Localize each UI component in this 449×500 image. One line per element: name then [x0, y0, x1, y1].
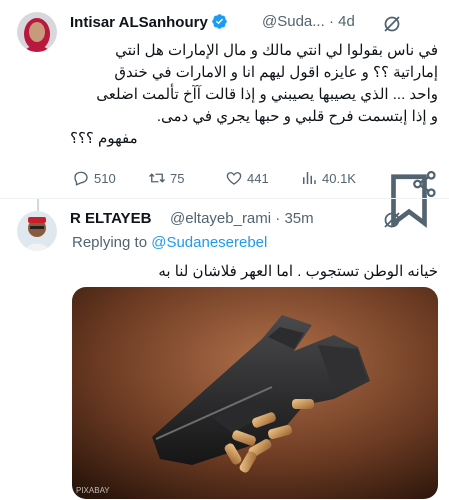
- views-count: 40.1K: [322, 170, 356, 186]
- grok-icon[interactable]: [382, 210, 402, 230]
- reply-icon: [74, 171, 88, 186]
- thread-line: [37, 199, 39, 211]
- avatar[interactable]: [17, 211, 57, 251]
- like-button[interactable]: 441: [225, 169, 269, 187]
- views-icon: [303, 172, 316, 184]
- retweet-count: 75: [170, 170, 185, 186]
- timestamp[interactable]: 4d: [338, 13, 355, 30]
- author-handle[interactable]: @Suda...: [262, 13, 325, 30]
- image-watermark: PIXABAY: [76, 486, 110, 495]
- avatar[interactable]: [17, 12, 57, 52]
- replying-to-label: Replying to: [72, 234, 148, 251]
- tweet-image[interactable]: PIXABAY: [72, 287, 438, 499]
- like-icon: [226, 172, 242, 185]
- share-icon[interactable]: [410, 169, 440, 199]
- tweet-line: و إذا إبتسمت فرح قلبي و حبها يجري في دمى…: [156, 108, 438, 125]
- tweet-text: خيانه الوطن تستجوب . اما العهر فلاشان لن…: [158, 263, 438, 280]
- verified-badge-icon: [212, 14, 227, 29]
- timestamp[interactable]: 35m: [284, 210, 313, 227]
- author-name[interactable]: Intisar ALSanhoury: [70, 13, 228, 31]
- author-handle[interactable]: @eltayeb_rami: [170, 210, 271, 227]
- pistol-photo: PIXABAY: [72, 287, 438, 499]
- tweet-line: واحد ... الذي يصيبها يصيبني و إذا قالت آ…: [96, 86, 438, 103]
- tweet-1[interactable]: Intisar ALSanhoury @Suda... · 4d في ناس …: [0, 0, 449, 228]
- like-count: 441: [247, 170, 269, 186]
- replying-to: Replying to @Sudaneserebel: [72, 234, 267, 251]
- reply-button[interactable]: 510: [72, 169, 116, 187]
- reply-count: 510: [94, 170, 116, 186]
- retweet-button[interactable]: 75: [148, 169, 184, 187]
- meta-separator: ·: [275, 210, 281, 227]
- tweet-line: في ناس بقولوا لي انتي مالك و مال الإمارا…: [115, 42, 438, 59]
- tweet-meta: @eltayeb_rami · 35m: [170, 210, 314, 227]
- action-bar: 510 75 441 40.1K: [72, 169, 440, 228]
- views-button[interactable]: 40.1K: [300, 169, 356, 187]
- author-name-text: Intisar ALSanhoury: [70, 14, 208, 31]
- replying-to-handle[interactable]: @Sudaneserebel: [151, 234, 267, 251]
- tweet-line: مفهوم ؟؟؟: [70, 130, 138, 147]
- tweet-meta: @Suda... · 4d: [262, 13, 355, 30]
- tweet-text: في ناس بقولوا لي انتي مالك و مال الإمارا…: [70, 40, 438, 150]
- tweet-2[interactable]: R ELTAYEB @eltayeb_rami · 35m Replying t…: [0, 199, 449, 500]
- retweet-icon: [149, 173, 165, 183]
- meta-separator: ·: [328, 13, 334, 30]
- author-name[interactable]: R ELTAYEB: [70, 210, 151, 227]
- tweet-line: إماراتية ؟؟ و عايزه اقول ليهم انا و الام…: [114, 64, 438, 81]
- grok-icon[interactable]: [382, 14, 402, 34]
